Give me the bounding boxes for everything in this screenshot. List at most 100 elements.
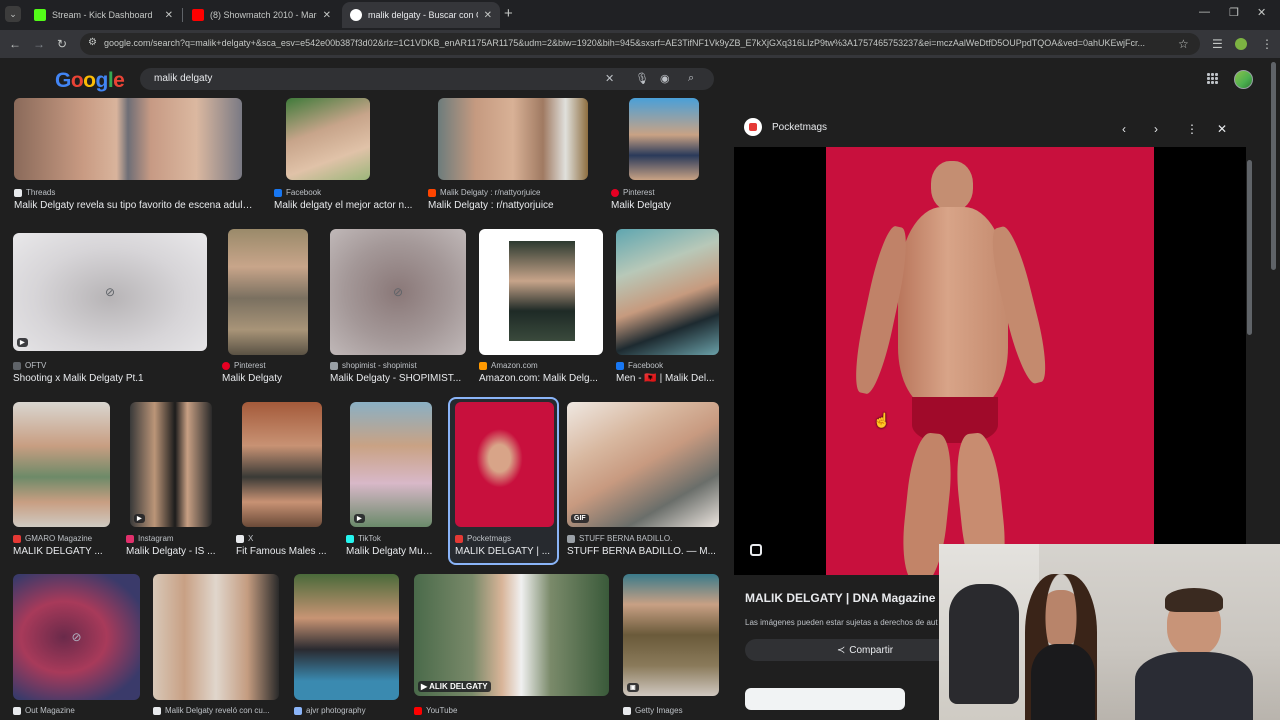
result-source: Pocketmags: [455, 534, 511, 543]
panel-scrollbar[interactable]: [1247, 160, 1252, 335]
microphone-icon[interactable]: 🎙: [635, 72, 649, 85]
previous-icon[interactable]: ‹: [1122, 122, 1126, 136]
result-title: Amazon.com: Malik Delg...: [479, 373, 598, 384]
source-label: Instagram: [138, 534, 174, 543]
result-thumbnail: [438, 98, 588, 180]
threads-icon: [153, 706, 161, 715]
result-title: Malik Delgaty Must...: [346, 546, 436, 557]
site-info-icon[interactable]: ⚙: [88, 37, 97, 48]
pocketmags-logo-icon: [744, 118, 762, 136]
webcam-person-hair: [1165, 588, 1223, 612]
forward-arrow-icon[interactable]: →: [33, 37, 45, 51]
close-icon[interactable]: ✕: [1217, 122, 1227, 136]
video-caption-text: ALIK DELGATY: [429, 682, 488, 691]
result-source: GMARO Magazine: [13, 534, 92, 543]
source-label: Amazon.com: [491, 361, 538, 370]
copyright-note: Las imágenes pueden estar sujetas a dere…: [745, 618, 938, 627]
search-box[interactable]: malik delgaty ✕ 🎙 ◉ ⌕: [140, 68, 714, 90]
result-source: Pinterest: [611, 188, 655, 197]
tab-youtube-showmatch[interactable]: (8) Showmatch 2010 - Marcelo ✕: [184, 2, 339, 28]
result-title: Men - 🇦🇱 | Malik Del...: [616, 373, 715, 384]
result-thumbnail: [14, 98, 242, 180]
out-magazine-icon: [13, 706, 21, 715]
tab-kick-dashboard[interactable]: Stream - Kick Dashboard ✕: [26, 2, 181, 28]
result-thumbnail: [242, 402, 322, 527]
youtube-icon: [414, 706, 422, 715]
new-tab-button[interactable]: +: [504, 5, 513, 22]
video-icon: ▶: [134, 514, 145, 523]
source-label: Pinterest: [234, 361, 266, 370]
minimize-icon[interactable]: —: [1199, 6, 1210, 18]
source-label: OFTV: [25, 361, 47, 370]
logo-letter: g: [95, 69, 109, 92]
result-source: Amazon.com: [479, 361, 538, 370]
google-logo[interactable]: Google: [55, 69, 125, 93]
result-source: Pinterest: [222, 361, 266, 370]
webcam-overlay: [939, 544, 1280, 720]
facebook-icon: [274, 188, 282, 197]
close-window-icon[interactable]: ✕: [1257, 6, 1266, 19]
logo-letter: o: [70, 69, 84, 92]
preview-title[interactable]: MALIK DELGATY | DNA Magazine DN: [745, 591, 956, 605]
amazon-icon: [479, 361, 487, 370]
lens-icon[interactable]: ◉: [660, 72, 670, 85]
browser-menu-icon[interactable]: ⋮: [1261, 37, 1273, 51]
apps-dot: [1207, 81, 1210, 84]
result-thumbnail: GIF: [567, 402, 719, 527]
tab-close-icon[interactable]: ✕: [165, 10, 173, 21]
next-icon[interactable]: ›: [1154, 122, 1158, 136]
tab-strip: ⌄ Stream - Kick Dashboard ✕ (8) Showmatc…: [0, 0, 1280, 30]
bookmark-star-icon[interactable]: ☆: [1178, 37, 1189, 51]
apps-dot: [1215, 77, 1218, 80]
page-scrollbar[interactable]: [1271, 62, 1276, 270]
logo-letter: e: [113, 69, 125, 92]
x-icon: [236, 534, 244, 543]
apps-dot: [1211, 77, 1214, 80]
result-source: ajvr photography: [294, 706, 366, 715]
apps-dot: [1207, 77, 1210, 80]
video-icon: ▶: [17, 338, 28, 347]
result-source: YouTube: [414, 706, 457, 715]
ajvr-icon: [294, 706, 302, 715]
result-thumbnail: ⊘: [330, 229, 466, 355]
preview-photo: [826, 147, 1154, 575]
result-source: TikTok: [346, 534, 381, 543]
apps-grid-icon[interactable]: [1207, 73, 1219, 85]
tab-divider: [182, 8, 183, 22]
url-text: google.com/search?q=malik+delgaty+&sca_e…: [104, 38, 1146, 48]
source-label: Facebook: [628, 361, 664, 370]
result-title: MALIK DELGATY ...: [13, 546, 103, 557]
share-icon: ≺: [836, 644, 846, 656]
youtube-favicon-icon: [192, 9, 204, 21]
result-thumbnail: ⊘ ▶: [13, 233, 207, 351]
avatar[interactable]: [1234, 70, 1253, 89]
reload-icon[interactable]: ↻: [57, 37, 67, 51]
video-icon: ▶: [354, 514, 365, 523]
address-bar[interactable]: ⚙ google.com/search?q=malik+delgaty+&sca…: [80, 33, 1200, 55]
result-source: Getty Images: [623, 706, 683, 715]
tab-close-icon[interactable]: ✕: [323, 10, 331, 21]
google-lens-icon[interactable]: [750, 544, 762, 556]
pocketmags-icon: [455, 534, 463, 543]
visit-button[interactable]: [745, 688, 905, 710]
tab-google-search[interactable]: malik delgaty - Buscar con Goo ✕: [342, 2, 500, 28]
more-options-icon[interactable]: ⋮: [1186, 122, 1198, 136]
pinterest-icon: [611, 188, 619, 197]
clear-icon[interactable]: ✕: [605, 72, 614, 85]
profile-icon[interactable]: [1235, 38, 1247, 50]
search-icon[interactable]: ⌕: [688, 72, 694, 85]
result-thumbnail: ▶ ALIK DELGATY: [414, 574, 609, 696]
result-source: X: [236, 534, 253, 543]
source-label: Facebook: [286, 188, 322, 197]
result-thumbnail: [286, 98, 370, 180]
photo-torso: [898, 207, 1008, 407]
reading-list-icon[interactable]: ☰: [1212, 37, 1223, 51]
search-input[interactable]: malik delgaty: [154, 73, 212, 84]
video-caption: ▶ ALIK DELGATY: [418, 681, 491, 692]
back-arrow-icon[interactable]: ←: [9, 37, 21, 51]
tab-close-icon[interactable]: ✕: [484, 10, 492, 21]
preview-image[interactable]: [734, 147, 1246, 575]
tab-search-button[interactable]: ⌄: [5, 6, 21, 22]
restore-icon[interactable]: ❐: [1229, 6, 1239, 19]
preview-source[interactable]: Pocketmags: [744, 118, 827, 136]
